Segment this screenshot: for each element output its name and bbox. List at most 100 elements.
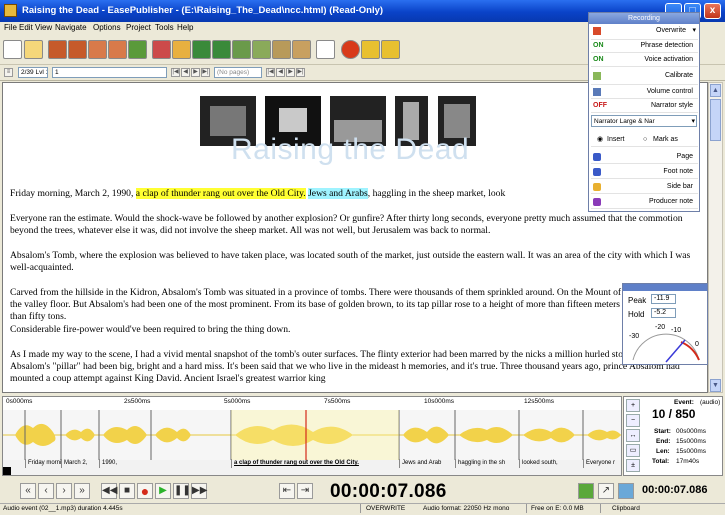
insert-markas-row[interactable]: ◉ Insert ○ Mark as: [591, 134, 698, 147]
book-icon[interactable]: [48, 40, 67, 59]
calibrate-button[interactable]: Calibrate: [591, 70, 698, 85]
zoom-in-icon[interactable]: +: [626, 399, 640, 412]
prev-page-icon[interactable]: ◀: [276, 68, 285, 77]
prev-section-icon[interactable]: ◀: [181, 68, 190, 77]
merge-icon[interactable]: [128, 40, 147, 59]
phrase-8[interactable]: Everyone r: [583, 459, 621, 468]
heading-icon[interactable]: [152, 40, 171, 59]
side-bar-button[interactable]: Side bar: [591, 181, 698, 194]
skip-end-icon[interactable]: »: [74, 483, 90, 499]
recording-panel: Recording Overwrite ▾ ON Phrase detectio…: [588, 12, 700, 212]
phrase-5[interactable]: Jews and Arab: [399, 459, 456, 468]
chevron-down-icon[interactable]: ▾: [691, 116, 695, 128]
volume-control-button[interactable]: Volume control: [591, 86, 698, 99]
paragraph-2[interactable]: Everyone ran the estimate. Would the sho…: [10, 213, 700, 237]
level-field[interactable]: 2/39 Lvl 1: [18, 67, 48, 78]
spellcheck-icon[interactable]: [316, 40, 335, 59]
scroll-up-icon[interactable]: ▲: [710, 84, 721, 97]
insert-radio[interactable]: ◉: [597, 134, 603, 146]
menu-view[interactable]: View: [35, 23, 52, 32]
next-section-icon[interactable]: ▶: [191, 68, 200, 77]
selected-phrase[interactable]: Jews and Arabs: [308, 188, 368, 199]
page-field[interactable]: (No pages): [214, 67, 262, 78]
last-section-icon[interactable]: ▶|: [201, 68, 210, 77]
phrase-7[interactable]: looked south,: [519, 459, 584, 468]
voice-activation-toggle[interactable]: ON Voice activation: [591, 54, 698, 67]
producer-note-button[interactable]: Producer note: [591, 196, 698, 209]
event-type: (audio): [700, 399, 721, 406]
indent-right-icon[interactable]: [108, 40, 127, 59]
zoom-fit-icon[interactable]: ↔: [626, 429, 640, 442]
diamond-icon[interactable]: [172, 40, 191, 59]
waveform-panel[interactable]: 0s000ms 2s500ms 5s000ms 7s500ms 10s000ms…: [2, 396, 622, 476]
zoom-select-icon[interactable]: ▭: [626, 444, 640, 457]
join-icon[interactable]: [212, 40, 231, 59]
next-page-icon[interactable]: ▶: [286, 68, 295, 77]
last-page-icon[interactable]: ▶|: [296, 68, 305, 77]
vertical-scrollbar[interactable]: ▲ ▼: [708, 82, 723, 393]
paragraph-4[interactable]: Carved from the hillside in the Kidron, …: [10, 287, 700, 323]
scroll-thumb[interactable]: [710, 99, 721, 141]
highlighted-phrase[interactable]: a clap of thunder rang out over the Old …: [135, 188, 306, 199]
menu-help[interactable]: Help: [177, 23, 193, 32]
record-button-icon[interactable]: ●: [137, 483, 153, 499]
prev-phrase-icon[interactable]: ⇤: [279, 483, 295, 499]
indent-left-icon[interactable]: [88, 40, 107, 59]
markas-radio[interactable]: ○: [643, 134, 647, 146]
play-icon[interactable]: ▶: [155, 483, 171, 499]
record-mode-row[interactable]: Overwrite ▾: [591, 25, 698, 40]
menu-tools[interactable]: Tools: [155, 23, 174, 32]
properties-icon[interactable]: [292, 40, 311, 59]
rewind-icon[interactable]: ◀◀: [101, 483, 117, 499]
sync-icon[interactable]: [618, 483, 634, 499]
zoom-out-icon[interactable]: −: [626, 414, 640, 427]
next-phrase-icon[interactable]: ⇥: [297, 483, 313, 499]
fast-forward-icon[interactable]: ▶▶: [191, 483, 207, 499]
table-icon[interactable]: [252, 40, 271, 59]
phrase-detection-toggle[interactable]: ON Phrase detection: [591, 40, 698, 53]
scroll-down-icon[interactable]: ▼: [710, 379, 721, 392]
record-icon[interactable]: [341, 40, 360, 59]
menu-file[interactable]: File: [4, 23, 17, 32]
new-document-icon[interactable]: [3, 40, 22, 59]
close-button[interactable]: x: [704, 3, 721, 19]
time-ruler[interactable]: 0s000ms 2s500ms 5s000ms 7s500ms 10s000ms…: [3, 397, 621, 411]
level-icon[interactable]: [232, 40, 251, 59]
narrator-style-toggle[interactable]: OFF Narrator style: [591, 100, 698, 113]
menu-navigate[interactable]: Navigate: [55, 23, 87, 32]
narrator-select[interactable]: Narrator Large & Nar ▾: [591, 115, 697, 127]
phrase-current[interactable]: a clap of thunder rang out over the Old …: [231, 459, 400, 468]
tools-icon[interactable]: [361, 40, 380, 59]
step-forward-icon[interactable]: ›: [56, 483, 72, 499]
phrase-2[interactable]: March 2,: [61, 459, 100, 468]
nav-toggle-icon[interactable]: ≡: [4, 68, 13, 77]
export-icon[interactable]: [381, 40, 400, 59]
page-button[interactable]: Page: [591, 151, 698, 164]
section-icon[interactable]: [68, 40, 87, 59]
zoom-reset-icon[interactable]: ±: [626, 459, 640, 472]
phrase-1[interactable]: Friday mornin: [25, 459, 62, 468]
skip-start-icon[interactable]: «: [20, 483, 36, 499]
phrase-3[interactable]: 1990,: [99, 459, 152, 468]
foot-note-button[interactable]: Foot note: [591, 166, 698, 179]
stop-icon[interactable]: ■: [119, 483, 135, 499]
image-icon[interactable]: [272, 40, 291, 59]
position-field[interactable]: 1: [52, 67, 167, 78]
menu-edit[interactable]: Edit: [19, 23, 33, 32]
first-page-icon[interactable]: |◀: [266, 68, 275, 77]
first-section-icon[interactable]: |◀: [171, 68, 180, 77]
split-icon[interactable]: [192, 40, 211, 59]
paragraph-6[interactable]: As I made my way to the scene, I had a v…: [10, 349, 700, 385]
mark-icon[interactable]: [578, 483, 594, 499]
link-icon[interactable]: ↗: [598, 483, 614, 499]
chevron-down-icon[interactable]: ▾: [692, 25, 696, 37]
paragraph-5[interactable]: Considerable fire-power would've been re…: [10, 324, 700, 336]
pause-icon[interactable]: ❚❚: [173, 483, 191, 499]
paragraph-3[interactable]: Absalom's Tomb, where the explosion was …: [10, 250, 700, 274]
audio-waveform[interactable]: [3, 410, 621, 460]
phrase-6[interactable]: haggling in the sh: [455, 459, 520, 468]
step-back-icon[interactable]: ‹: [38, 483, 54, 499]
menu-project[interactable]: Project: [126, 23, 151, 32]
menu-options[interactable]: Options: [93, 23, 121, 32]
open-folder-icon[interactable]: [24, 40, 43, 59]
